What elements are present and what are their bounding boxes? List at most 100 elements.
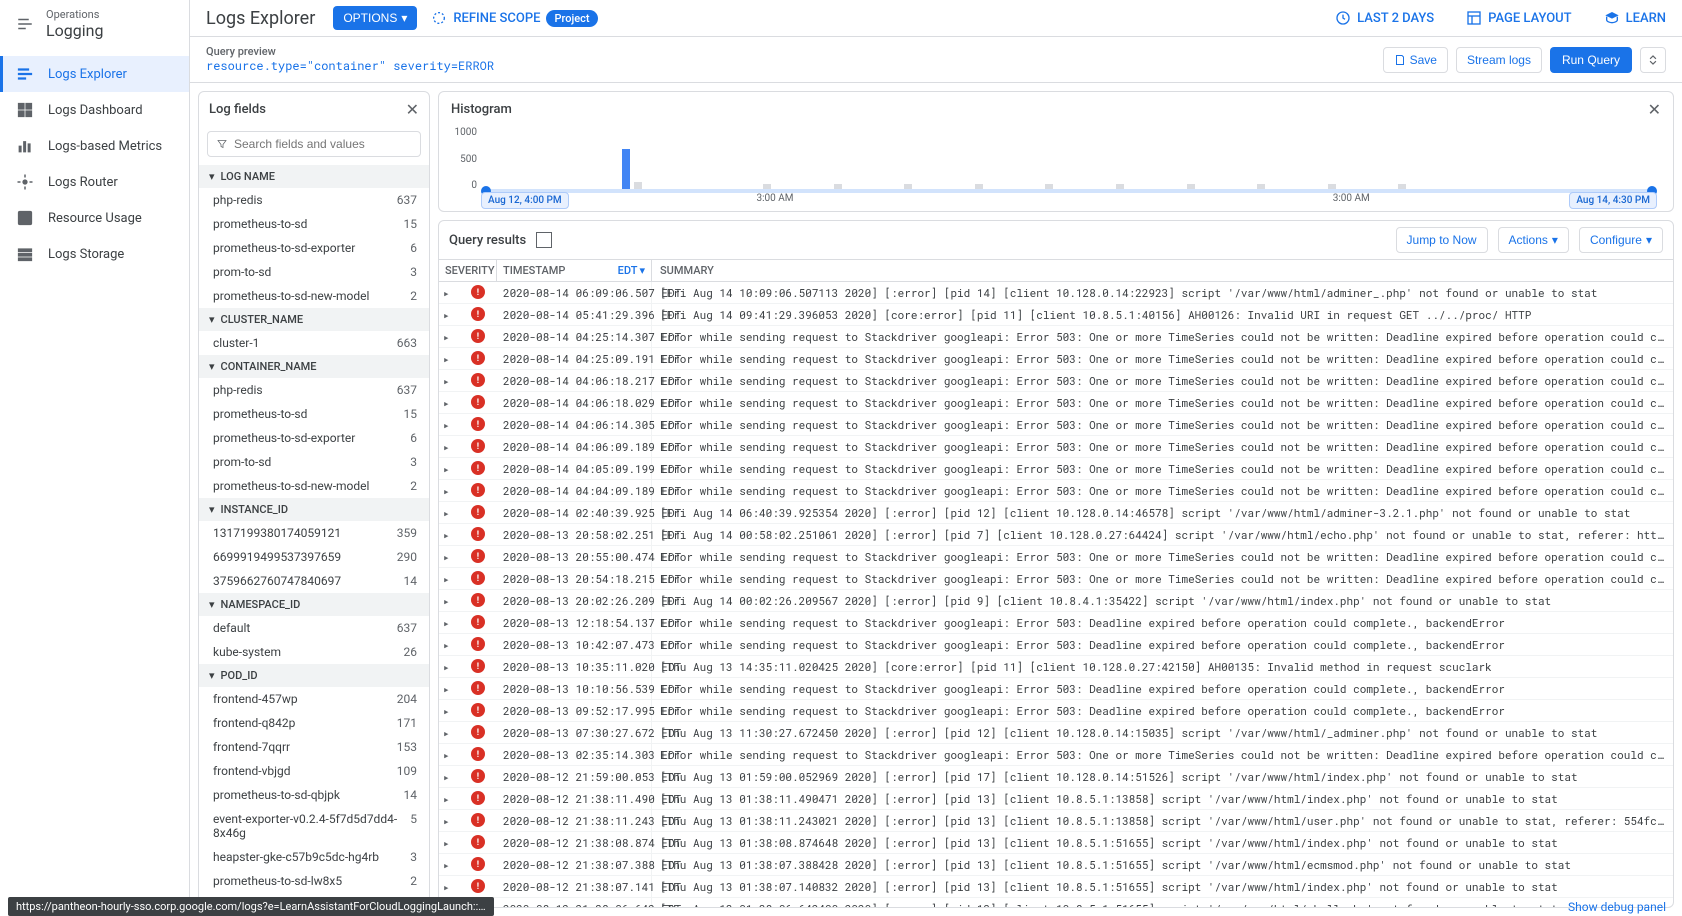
log-row[interactable]: ▸ ! 2020-08-12 21:38:07.388 EDT [Thu Aug… — [439, 854, 1673, 876]
sidebar-item-logs-dashboard[interactable]: Logs Dashboard — [0, 92, 189, 128]
log-fields-group-pod_id[interactable]: ▾POD_ID — [199, 664, 429, 687]
configure-button[interactable]: Configure ▾ — [1579, 227, 1663, 253]
expand-row-chevron[interactable]: ▸ — [439, 590, 459, 611]
log-field-value[interactable]: frontend-457wp204 — [199, 687, 429, 711]
expand-row-chevron[interactable]: ▸ — [439, 326, 459, 347]
log-field-value[interactable]: prom-to-sd3 — [199, 450, 429, 474]
expand-row-chevron[interactable]: ▸ — [439, 854, 459, 875]
actions-button[interactable]: Actions ▾ — [1498, 227, 1569, 253]
log-row[interactable]: ▸ ! 2020-08-12 21:38:07.141 EDT [Thu Aug… — [439, 876, 1673, 898]
expand-row-chevron[interactable]: ▸ — [439, 414, 459, 435]
expand-row-chevron[interactable]: ▸ — [439, 502, 459, 523]
log-row[interactable]: ▸ ! 2020-08-13 10:42:07.473 EDT Error wh… — [439, 634, 1673, 656]
expand-row-chevron[interactable]: ▸ — [439, 700, 459, 721]
sidebar-item-logs-router[interactable]: Logs Router — [0, 164, 189, 200]
log-row[interactable]: ▸ ! 2020-08-14 02:40:39.925 EDT [Fri Aug… — [439, 502, 1673, 524]
log-row[interactable]: ▸ ! 2020-08-14 06:09:06.507 EDT [Fri Aug… — [439, 282, 1673, 304]
close-log-fields-button[interactable]: ✕ — [406, 100, 419, 119]
log-field-value[interactable]: prometheus-to-sd-new-model2 — [199, 284, 429, 308]
expand-row-chevron[interactable]: ▸ — [439, 788, 459, 809]
col-severity[interactable]: SEVERITY — [439, 260, 497, 281]
expand-row-chevron[interactable]: ▸ — [439, 678, 459, 699]
log-field-value[interactable]: frontend-q842p171 — [199, 711, 429, 735]
expand-row-chevron[interactable]: ▸ — [439, 524, 459, 545]
log-row[interactable]: ▸ ! 2020-08-14 05:41:29.396 EDT [Fri Aug… — [439, 304, 1673, 326]
expand-row-chevron[interactable]: ▸ — [439, 282, 459, 303]
sidebar-item-logs-based-metrics[interactable]: Logs-based Metrics — [0, 128, 189, 164]
show-debug-panel-link[interactable]: Show debug panel — [1568, 900, 1666, 914]
sidebar-item-logs-explorer[interactable]: Logs Explorer — [0, 56, 189, 92]
log-field-value[interactable]: prometheus-to-sd-new-model2 — [199, 474, 429, 498]
log-fields-search-input[interactable] — [234, 137, 412, 151]
sidebar-item-logs-storage[interactable]: Logs Storage — [0, 236, 189, 272]
log-field-value[interactable]: 375966276074784069714 — [199, 569, 429, 593]
log-field-value[interactable]: prometheus-to-sd-lw8x52 — [199, 869, 429, 893]
log-row[interactable]: ▸ ! 2020-08-12 21:38:08.874 EDT [Thu Aug… — [439, 832, 1673, 854]
col-summary[interactable]: SUMMARY — [652, 260, 1673, 281]
expand-row-chevron[interactable]: ▸ — [439, 568, 459, 589]
expand-row-chevron[interactable]: ▸ — [439, 392, 459, 413]
expand-row-chevron[interactable]: ▸ — [439, 876, 459, 897]
time-range-button[interactable]: LAST 2 DAYS — [1335, 10, 1434, 26]
log-row[interactable]: ▸ ! 2020-08-14 04:05:09.199 EDT Error wh… — [439, 458, 1673, 480]
log-row[interactable]: ▸ ! 2020-08-13 07:30:27.672 EDT [Thu Aug… — [439, 722, 1673, 744]
stream-logs-button[interactable]: Stream logs — [1456, 47, 1542, 73]
log-field-value[interactable]: 6699919499537397659290 — [199, 545, 429, 569]
log-fields-group-log name[interactable]: ▾LOG NAME — [199, 165, 429, 188]
log-fields-group-container_name[interactable]: ▾CONTAINER_NAME — [199, 355, 429, 378]
expand-row-chevron[interactable]: ▸ — [439, 766, 459, 787]
log-fields-search[interactable] — [207, 131, 421, 157]
log-row[interactable]: ▸ ! 2020-08-14 04:06:09.189 EDT Error wh… — [439, 436, 1673, 458]
log-row[interactable]: ▸ ! 2020-08-14 04:04:09.189 EDT Error wh… — [439, 480, 1673, 502]
options-button[interactable]: OPTIONS ▾ — [333, 6, 417, 30]
log-row[interactable]: ▸ ! 2020-08-13 02:35:14.303 EDT Error wh… — [439, 744, 1673, 766]
log-field-value[interactable]: event-exporter-v0.2.4-5f7d5d7dd4-8x46g5 — [199, 807, 429, 845]
expand-row-chevron[interactable]: ▸ — [439, 832, 459, 853]
log-field-value[interactable]: kube-system26 — [199, 640, 429, 664]
expand-row-chevron[interactable]: ▸ — [439, 634, 459, 655]
col-timestamp[interactable]: TIMESTAMP EDT ▾ — [497, 260, 652, 281]
histogram-chart[interactable]: 1000 500 0 3:00 AM3:00 AM Aug 12, 4:00 P… — [481, 127, 1657, 207]
save-button[interactable]: Save — [1383, 47, 1448, 73]
log-field-value[interactable]: prometheus-to-sd-exporter6 — [199, 236, 429, 260]
timezone-selector[interactable]: EDT ▾ — [618, 264, 645, 277]
log-field-value[interactable]: cluster-1663 — [199, 331, 429, 355]
run-query-button[interactable]: Run Query — [1550, 47, 1632, 73]
log-row[interactable]: ▸ ! 2020-08-13 10:35:11.020 EDT [Thu Aug… — [439, 656, 1673, 678]
page-layout-button[interactable]: PAGE LAYOUT — [1466, 10, 1571, 26]
log-row[interactable]: ▸ ! 2020-08-13 20:54:18.215 EDT Error wh… — [439, 568, 1673, 590]
log-row[interactable]: ▸ ! 2020-08-14 04:25:14.307 EDT Error wh… — [439, 326, 1673, 348]
expand-row-chevron[interactable]: ▸ — [439, 348, 459, 369]
log-field-value[interactable]: prometheus-to-sd-exporter6 — [199, 426, 429, 450]
log-field-value[interactable]: php-redis637 — [199, 378, 429, 402]
expand-row-chevron[interactable]: ▸ — [439, 722, 459, 743]
log-row[interactable]: ▸ ! 2020-08-13 09:52:17.995 EDT Error wh… — [439, 700, 1673, 722]
expand-row-chevron[interactable]: ▸ — [439, 304, 459, 325]
log-field-value[interactable]: prometheus-to-sd15 — [199, 402, 429, 426]
learn-button[interactable]: LEARN — [1604, 10, 1666, 26]
log-row[interactable]: ▸ ! 2020-08-12 21:38:11.490 EDT [Thu Aug… — [439, 788, 1673, 810]
log-field-value[interactable]: 1317199380174059121359 — [199, 521, 429, 545]
expand-results-button[interactable] — [536, 232, 552, 248]
log-row[interactable]: ▸ ! 2020-08-13 20:02:26.209 EDT [Fri Aug… — [439, 590, 1673, 612]
refine-scope-button[interactable]: REFINE SCOPE Project — [431, 10, 597, 27]
log-fields-group-namespace_id[interactable]: ▾NAMESPACE_ID — [199, 593, 429, 616]
sidebar-item-resource-usage[interactable]: Resource Usage — [0, 200, 189, 236]
log-field-value[interactable]: php-redis637 — [199, 188, 429, 212]
expand-row-chevron[interactable]: ▸ — [439, 546, 459, 567]
log-row[interactable]: ▸ ! 2020-08-14 04:06:14.305 EDT Error wh… — [439, 414, 1673, 436]
expand-row-chevron[interactable]: ▸ — [439, 612, 459, 633]
log-row[interactable]: ▸ ! 2020-08-14 04:06:18.029 EDT Error wh… — [439, 392, 1673, 414]
expand-query-button[interactable] — [1640, 47, 1666, 73]
expand-row-chevron[interactable]: ▸ — [439, 370, 459, 391]
log-row[interactable]: ▸ ! 2020-08-14 04:25:09.191 EDT Error wh… — [439, 348, 1673, 370]
log-field-value[interactable]: prometheus-to-sd15 — [199, 212, 429, 236]
expand-row-chevron[interactable]: ▸ — [439, 480, 459, 501]
log-field-value[interactable]: frontend-7qqrr153 — [199, 735, 429, 759]
log-row[interactable]: ▸ ! 2020-08-12 21:59:00.053 EDT [Thu Aug… — [439, 766, 1673, 788]
expand-row-chevron[interactable]: ▸ — [439, 458, 459, 479]
expand-row-chevron[interactable]: ▸ — [439, 436, 459, 457]
log-field-value[interactable]: default637 — [199, 616, 429, 640]
expand-row-chevron[interactable]: ▸ — [439, 656, 459, 677]
log-row[interactable]: ▸ ! 2020-08-14 04:06:18.217 EDT Error wh… — [439, 370, 1673, 392]
